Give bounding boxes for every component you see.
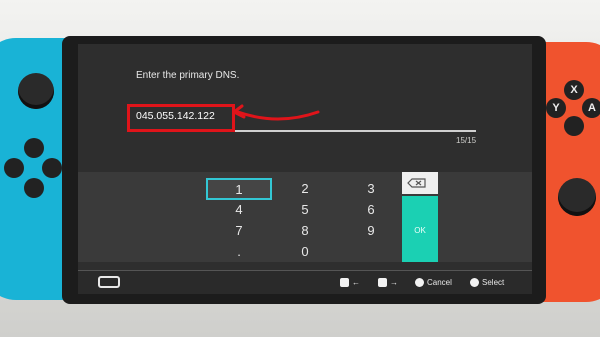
footer-bar: ← → Cancel Select [78, 270, 532, 294]
character-counter: 15/15 [456, 136, 477, 145]
right-arrow-label: → [390, 278, 398, 287]
dpad-up-button[interactable] [24, 138, 44, 158]
footer-left-nav[interactable]: ← [340, 278, 360, 288]
dpad-right-button[interactable] [42, 158, 62, 178]
key-dot[interactable]: . [206, 242, 272, 262]
ok-label: OK [414, 226, 426, 235]
key-3[interactable]: 3 [338, 179, 404, 199]
numeric-keypad: 1 2 3 4 5 6 7 8 9 . 0 OK [78, 172, 532, 262]
select-label: Select [482, 278, 505, 287]
backspace-icon [407, 178, 426, 188]
footer-right-nav[interactable]: → [378, 278, 398, 288]
dpad-left-button[interactable] [4, 158, 24, 178]
a-button-icon [470, 278, 479, 288]
a-button[interactable]: A [582, 98, 600, 118]
key-9[interactable]: 9 [338, 221, 404, 241]
x-button[interactable]: X [564, 80, 584, 100]
highlight-annotation [127, 104, 235, 132]
l-button-icon [340, 278, 349, 288]
dpad-down-button[interactable] [24, 178, 44, 198]
arrow-annotation [232, 104, 320, 121]
y-button[interactable]: Y [546, 98, 566, 118]
b-button[interactable] [564, 116, 584, 136]
dns-prompt: Enter the primary DNS. [136, 70, 240, 81]
right-joycon: X Y A [540, 42, 600, 302]
key-6[interactable]: 6 [338, 200, 404, 220]
key-5[interactable]: 5 [272, 200, 338, 220]
right-stick[interactable] [558, 178, 596, 216]
b-button-icon [415, 278, 424, 288]
key-1[interactable]: 1 [206, 178, 272, 200]
left-stick[interactable] [18, 73, 54, 109]
ok-key[interactable]: OK [402, 196, 438, 262]
console-icon [98, 276, 120, 288]
key-2[interactable]: 2 [272, 179, 338, 199]
r-button-icon [378, 278, 387, 288]
footer-cancel[interactable]: Cancel [415, 278, 452, 288]
footer-select[interactable]: Select [470, 278, 505, 288]
left-arrow-label: ← [352, 278, 360, 287]
dns-input-screen: Enter the primary DNS. 045.055.142.122 1… [78, 44, 532, 294]
key-4[interactable]: 4 [206, 200, 272, 220]
key-0[interactable]: 0 [272, 242, 338, 262]
backspace-key[interactable] [402, 172, 438, 194]
cancel-label: Cancel [427, 278, 452, 287]
key-8[interactable]: 8 [272, 221, 338, 241]
key-7[interactable]: 7 [206, 221, 272, 241]
